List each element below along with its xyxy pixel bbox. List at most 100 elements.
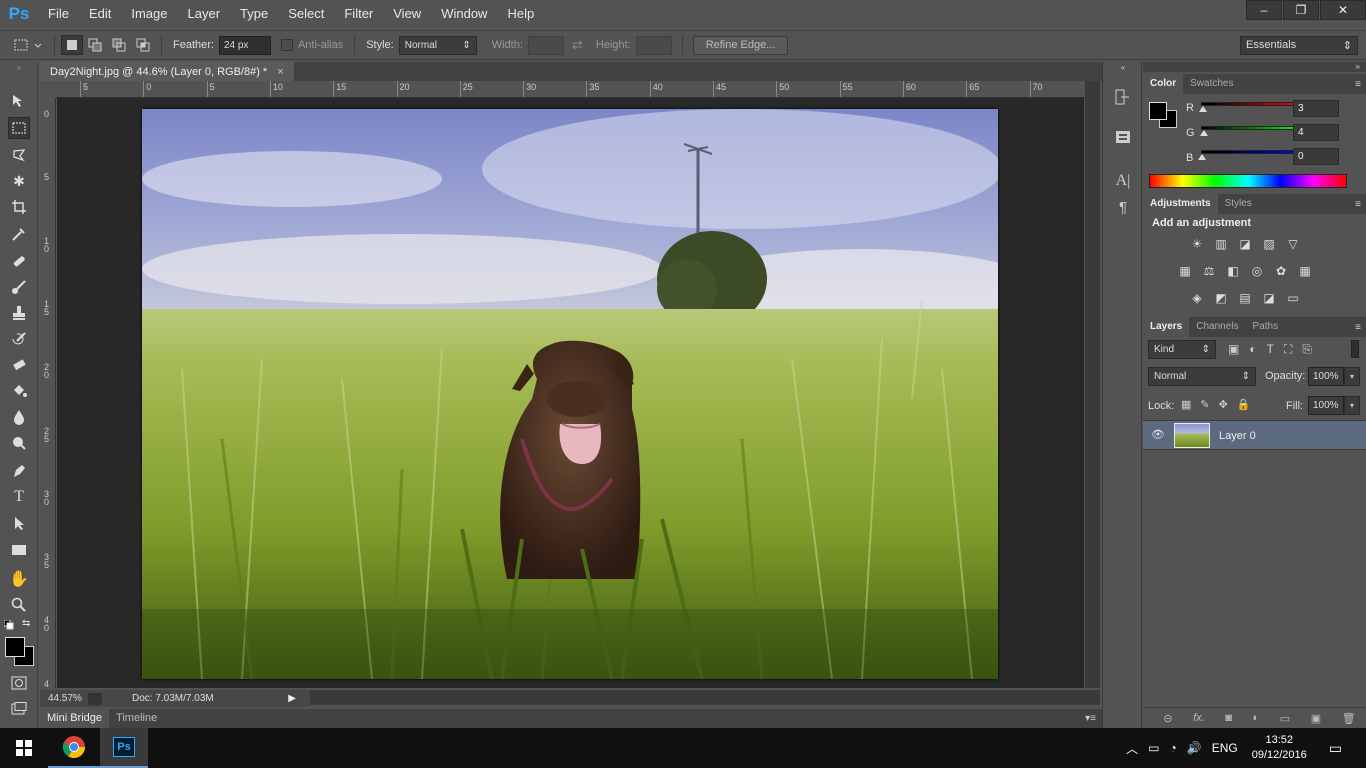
status-menu-arrow-icon[interactable]: ▶ [288,693,296,704]
antialias-checkbox[interactable] [280,39,293,51]
filter-toggle[interactable] [1351,340,1359,358]
lock-transparent-icon[interactable]: ▦ [1181,398,1191,411]
chrome-taskbar-icon[interactable] [48,728,100,768]
lock-all-icon[interactable]: 🔒 [1237,398,1251,411]
r-value[interactable]: 3 [1293,100,1339,117]
vertical-scrollbar[interactable] [1085,81,1100,688]
opacity-dropdown-icon[interactable]: ▾ [1344,367,1360,386]
type-filter-icon[interactable]: T [1267,342,1274,357]
brush-tool-icon[interactable] [8,276,30,298]
menu-view[interactable]: View [383,0,431,28]
default-colors-icon[interactable] [3,619,14,630]
menu-image[interactable]: Image [121,0,177,28]
menu-edit[interactable]: Edit [79,0,121,28]
type-tool-icon[interactable]: T [8,486,30,508]
color-lookup-icon[interactable]: ▦ [1296,264,1314,278]
tab-adjustments[interactable]: Adjustments [1143,194,1218,214]
menu-file[interactable]: File [38,0,79,28]
link-layers-icon[interactable]: ⊝ [1163,712,1172,725]
dodge-tool-icon[interactable] [8,432,30,454]
horizontal-ruler[interactable]: 5 0 5 10 15 20 25 30 35 40 45 50 55 60 65 70 [56,81,1086,98]
r-slider-thumb[interactable] [1199,106,1208,112]
tab-color[interactable]: Color [1143,74,1184,94]
menu-help[interactable]: Help [497,0,544,28]
intersect-selection-icon[interactable] [131,35,155,55]
ruler-origin[interactable] [40,81,56,98]
opacity-input[interactable]: 100% [1308,367,1344,386]
path-selection-tool-icon[interactable] [8,512,30,534]
photoshop-taskbar-icon[interactable]: Ps [100,728,148,768]
color-spectrum[interactable] [1149,174,1347,188]
document-image[interactable] [142,109,1042,680]
tab-mini-bridge[interactable]: Mini Bridge [40,709,110,728]
new-layer-icon[interactable]: ▣ [1311,712,1321,725]
history-panel-icon[interactable] [1111,86,1135,108]
invert-icon[interactable]: ◈ [1188,291,1206,305]
lock-image-icon[interactable]: ✎ [1200,398,1209,411]
lasso-tool-icon[interactable] [8,144,30,166]
selective-color-icon[interactable]: ◪ [1260,291,1278,305]
width-input[interactable] [527,35,564,55]
fx-icon[interactable]: fx. [1193,712,1205,724]
layer-filter-select[interactable]: Kind ⇕ [1148,340,1216,359]
rectangle-tool-icon[interactable] [8,539,30,561]
tab-paths[interactable]: Paths [1246,317,1286,337]
tab-layers[interactable]: Layers [1143,317,1190,337]
swap-icon[interactable]: ⇄ [572,37,583,53]
eyedropper-tool-icon[interactable] [8,223,30,245]
levels-icon[interactable]: ▥ [1212,237,1230,251]
clock[interactable]: 13:52 09/12/2016 [1252,733,1307,763]
network-icon[interactable]: ◔ [1169,741,1176,755]
g-value[interactable]: 4 [1293,124,1339,141]
menu-window[interactable]: Window [431,0,497,28]
properties-panel-icon[interactable] [1111,126,1135,148]
g-slider-thumb[interactable] [1199,130,1208,136]
quick-mask-icon[interactable] [8,672,30,694]
layer-visibility-eye-icon[interactable]: 👁 [1151,428,1165,441]
power-icon[interactable]: ▭ [1148,741,1159,755]
panel-menu-icon[interactable]: ≡ [1355,79,1361,90]
r-slider[interactable] [1199,102,1301,112]
menu-filter[interactable]: Filter [334,0,383,28]
tab-timeline[interactable]: Timeline [109,709,164,728]
canvas-area[interactable] [57,98,1084,688]
style-select[interactable]: Normal ⇕ [398,35,477,55]
color-fg-swatch[interactable] [1149,102,1167,120]
language-indicator[interactable]: ENG [1212,741,1238,755]
status-options-icon[interactable] [88,692,102,705]
layer-name[interactable]: Layer 0 [1219,430,1256,442]
history-brush-tool-icon[interactable] [8,328,30,350]
hand-tool-icon[interactable]: ✋ [8,568,30,590]
tab-styles[interactable]: Styles [1218,194,1259,214]
menu-type[interactable]: Type [230,0,278,28]
b-value[interactable]: 0 [1293,148,1339,165]
feather-input[interactable]: 24 px [218,35,271,55]
close-button[interactable]: ✕ [1320,0,1366,20]
lock-position-icon[interactable]: ✥ [1219,398,1228,411]
new-adjustment-layer-icon[interactable]: ◐ [1253,712,1260,724]
panel-menu-icon[interactable]: ▾≡ [1085,713,1096,724]
workspace-select[interactable]: Essentials ⇕ [1240,35,1358,55]
horizontal-scrollbar[interactable] [310,690,1100,705]
new-selection-icon[interactable] [61,35,83,55]
collapse-panels-icon[interactable]: » [1143,62,1366,72]
add-to-selection-icon[interactable] [83,35,107,55]
zoom-tool-icon[interactable] [8,594,30,616]
zoom-level[interactable]: 44.57% [40,693,88,704]
brightness-contrast-icon[interactable]: ☀ [1188,237,1206,251]
rectangular-marquee-tool-icon[interactable] [8,117,30,139]
crop-tool-icon[interactable] [8,196,30,218]
color-balance-icon[interactable]: ⚖ [1200,264,1218,278]
blur-tool-icon[interactable] [8,406,30,428]
tab-swatches[interactable]: Swatches [1183,74,1240,94]
marquee-tool-preset-icon[interactable] [8,35,48,55]
smart-object-filter-icon[interactable]: ⎘ [1302,342,1312,357]
document-tab[interactable]: Day2Night.jpg @ 44.6% (Layer 0, RGB/8#) … [40,62,294,81]
move-tool-icon[interactable] [8,90,30,112]
b-slider-thumb[interactable] [1198,154,1206,160]
delete-layer-icon[interactable]: 🗑 [1342,712,1356,725]
panel-menu-icon[interactable]: ≡ [1355,199,1361,210]
fill-dropdown-icon[interactable]: ▾ [1344,396,1360,415]
black-white-icon[interactable]: ◧ [1224,264,1242,278]
posterize-icon[interactable]: ◩ [1212,291,1230,305]
